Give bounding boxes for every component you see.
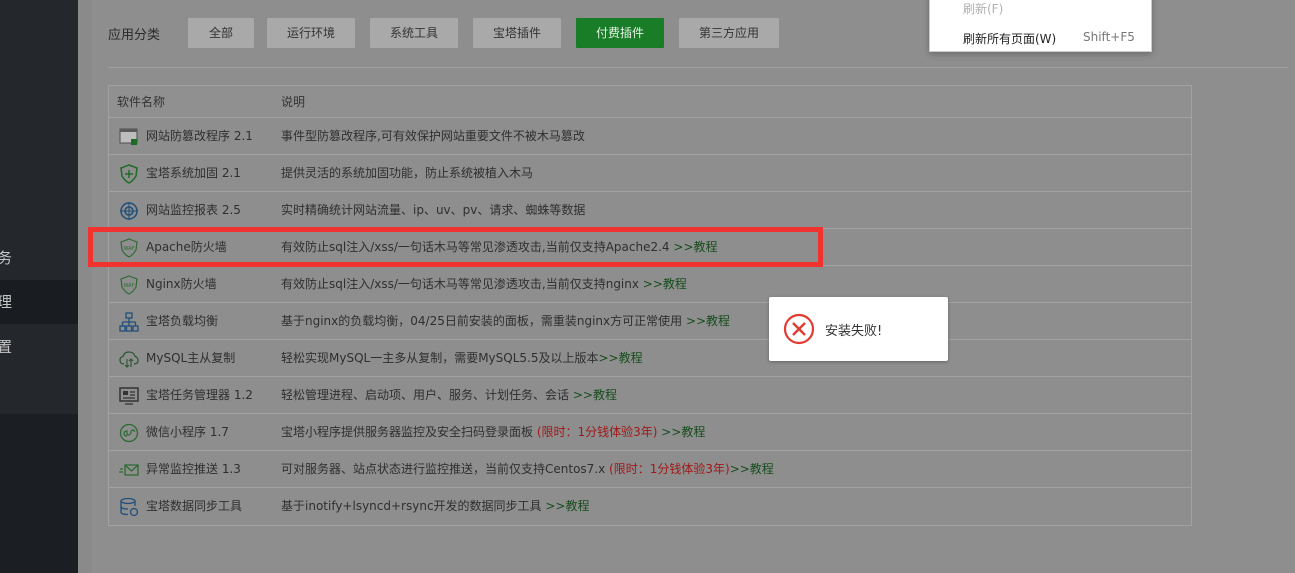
category-third-party-button[interactable]: 第三方应用 xyxy=(679,18,779,48)
desc-text: 轻松实现MySQL一主多从复制，需要MySQL5.5及以上版本 xyxy=(281,351,599,365)
table-row[interactable]: 宝塔数据同步工具 基于inotify+lsyncd+rsync开发的数据同步工具… xyxy=(109,488,1191,525)
tutorial-link[interactable]: >>教程 xyxy=(730,462,774,476)
table-row[interactable]: 网站防篡改程序 2.1 事件型防篡改程序,可有效保护网站重要文件不被木马篡改 xyxy=(109,118,1191,155)
table-row[interactable]: 宝塔任务管理器 1.2 轻松管理进程、启动项、用户、服务、计划任务、会话 >>教… xyxy=(109,377,1191,414)
desc-text: 基于nginx的负载均衡，04/25日前安装的面板，需重装nginx方可正常使用 xyxy=(281,314,686,328)
table-row[interactable]: 微信小程序 1.7 宝塔小程序提供服务器监控及安全扫码登录面板 (限时：1分钱体… xyxy=(109,414,1191,451)
software-panel: 应用分类 全部 运行环境 系统工具 宝塔插件 付费插件 第三方应用 软件名称 说… xyxy=(92,0,1295,573)
tutorial-link[interactable]: >>教程 xyxy=(657,425,705,439)
software-name: 宝塔系统加固 2.1 xyxy=(146,166,241,180)
software-name: 宝塔负载均衡 xyxy=(146,314,219,328)
desc-text: 有效防止sql注入/xss/一句话木马等常见渗透攻击,当前仅支持nginx xyxy=(281,277,643,291)
software-name: Nginx防火墙 xyxy=(146,277,217,291)
highlight-box xyxy=(88,227,823,267)
software-name: 宝塔任务管理器 1.2 xyxy=(146,388,253,402)
software-desc: 宝塔小程序提供服务器监控及安全扫码登录面板 (限时：1分钱体验3年) >>教程 xyxy=(281,414,705,450)
software-name: 网站监控报表 2.5 xyxy=(146,203,241,217)
desc-text: 事件型防篡改程序,可有效保护网站重要文件不被木马篡改 xyxy=(281,129,585,143)
tutorial-link[interactable]: >>教程 xyxy=(643,277,687,291)
sidebar-item-services[interactable]: 务 xyxy=(0,236,78,280)
software-name: MySQL主从复制 xyxy=(146,351,236,365)
software-desc: 实时精确统计网站流量、ip、uv、pv、请求、蜘蛛等数据 xyxy=(281,192,585,228)
column-header-desc: 说明 xyxy=(281,95,306,109)
sidebar-item-label: 理 xyxy=(0,293,13,311)
limited-offer-badge: (限时：1分钱体验3年) xyxy=(536,425,658,439)
category-bt-plugins-button[interactable]: 宝塔插件 xyxy=(473,18,561,48)
software-desc: 基于nginx的负载均衡，04/25日前安装的面板，需重装nginx方可正常使用… xyxy=(281,303,730,339)
menu-item-refresh-all[interactable]: 刷新所有页面(W) xyxy=(963,30,1056,47)
svg-text:WAF: WAF xyxy=(124,283,135,289)
category-system-tools-button[interactable]: 系统工具 xyxy=(370,18,458,48)
sidebar: 务 理 置 xyxy=(0,0,78,573)
error-circle-icon xyxy=(783,313,815,345)
monitor-target-icon xyxy=(120,202,138,220)
menu-shortcut: Shift+F5 xyxy=(1083,30,1135,44)
table-row[interactable]: WAF Nginx防火墙 有效防止sql注入/xss/一句话木马等常见渗透攻击,… xyxy=(109,266,1191,303)
table-row[interactable]: 异常监控推送 1.3 可对服务器、站点状态进行监控推送，当前仅支持Centos7… xyxy=(109,451,1191,488)
software-name: 异常监控推送 1.3 xyxy=(146,462,241,476)
waf-shield-icon: WAF xyxy=(120,275,138,295)
sidebar-item-label: 务 xyxy=(0,249,13,267)
error-toast: 安装失败! xyxy=(769,297,948,361)
software-desc: 有效防止sql注入/xss/一句话木马等常见渗透攻击,当前仅支持nginx >>… xyxy=(281,266,687,302)
context-menu: 刷新(F) 刷新所有页面(W) Shift+F5 xyxy=(929,0,1152,52)
column-header-name: 软件名称 xyxy=(117,95,166,109)
table-header: 软件名称 说明 xyxy=(109,86,1191,118)
tutorial-link[interactable]: >>教程 xyxy=(545,499,589,513)
main-area: 应用分类 全部 运行环境 系统工具 宝塔插件 付费插件 第三方应用 软件名称 说… xyxy=(78,0,1295,573)
tutorial-link[interactable]: >>教程 xyxy=(573,388,617,402)
table-row[interactable]: 宝塔负载均衡 基于nginx的负载均衡，04/25日前安装的面板，需重装ngin… xyxy=(109,303,1191,340)
task-manager-icon xyxy=(119,387,139,405)
tamper-proof-icon xyxy=(119,128,138,145)
tutorial-link[interactable]: >>教程 xyxy=(599,351,643,365)
sidebar-panel: 务 理 置 xyxy=(0,0,78,414)
menu-item-refresh[interactable]: 刷新(F) xyxy=(963,0,1003,17)
software-name: 网站防篡改程序 2.1 xyxy=(146,129,253,143)
software-desc: 事件型防篡改程序,可有效保护网站重要文件不被木马篡改 xyxy=(281,118,585,154)
sidebar-item-manage[interactable]: 理 xyxy=(0,280,78,324)
desc-text: 提供灵活的系统加固功能，防止系统被植入木马 xyxy=(281,166,534,180)
wechat-miniapp-icon xyxy=(119,423,139,443)
desc-text: 基于inotify+lsyncd+rsync开发的数据同步工具 xyxy=(281,499,546,513)
limited-offer-badge: (限时：1分钱体验3年) xyxy=(609,462,730,476)
cloud-sync-icon xyxy=(119,351,139,368)
sidebar-item-label: 置 xyxy=(0,338,13,356)
shield-plus-icon xyxy=(120,164,138,184)
desc-text: 宝塔小程序提供服务器监控及安全扫码登录面板 xyxy=(281,425,537,439)
software-name: 宝塔数据同步工具 xyxy=(146,499,243,513)
software-desc: 轻松管理进程、启动项、用户、服务、计划任务、会话 >>教程 xyxy=(281,377,617,413)
desc-text: 可对服务器、站点状态进行监控推送，当前仅支持Centos7.x xyxy=(281,462,610,476)
table-row[interactable]: 宝塔系统加固 2.1 提供灵活的系统加固功能，防止系统被植入木马 xyxy=(109,155,1191,192)
tutorial-link[interactable]: >>教程 xyxy=(686,314,730,328)
software-desc: 轻松实现MySQL一主多从复制，需要MySQL5.5及以上版本>>教程 xyxy=(281,340,643,376)
toast-message: 安装失败! xyxy=(825,324,883,339)
database-sync-icon xyxy=(120,497,139,517)
sidebar-item-settings[interactable]: 置 xyxy=(0,325,78,369)
software-table: 软件名称 说明 网站防篡改程序 2.1 事件型防篡改程序,可有效保护网站重要文件… xyxy=(108,85,1192,526)
category-paid-plugins-button[interactable]: 付费插件 xyxy=(576,18,664,48)
desc-text: 轻松管理进程、启动项、用户、服务、计划任务、会话 xyxy=(281,388,573,402)
category-label: 应用分类 xyxy=(108,28,161,43)
software-name: 微信小程序 1.7 xyxy=(146,425,229,439)
network-tree-icon xyxy=(119,312,139,332)
mail-send-icon xyxy=(119,464,139,476)
software-desc: 可对服务器、站点状态进行监控推送，当前仅支持Centos7.x (限时：1分钱体… xyxy=(281,451,774,487)
software-desc: 基于inotify+lsyncd+rsync开发的数据同步工具 >>教程 xyxy=(281,488,589,524)
table-row[interactable]: MySQL主从复制 轻松实现MySQL一主多从复制，需要MySQL5.5及以上版… xyxy=(109,340,1191,377)
category-all-button[interactable]: 全部 xyxy=(188,18,254,48)
software-desc: 提供灵活的系统加固功能，防止系统被植入木马 xyxy=(281,155,533,191)
table-row[interactable]: 网站监控报表 2.5 实时精确统计网站流量、ip、uv、pv、请求、蜘蛛等数据 xyxy=(109,192,1191,229)
category-runtime-button[interactable]: 运行环境 xyxy=(267,18,355,48)
desc-text: 实时精确统计网站流量、ip、uv、pv、请求、蜘蛛等数据 xyxy=(281,203,586,217)
